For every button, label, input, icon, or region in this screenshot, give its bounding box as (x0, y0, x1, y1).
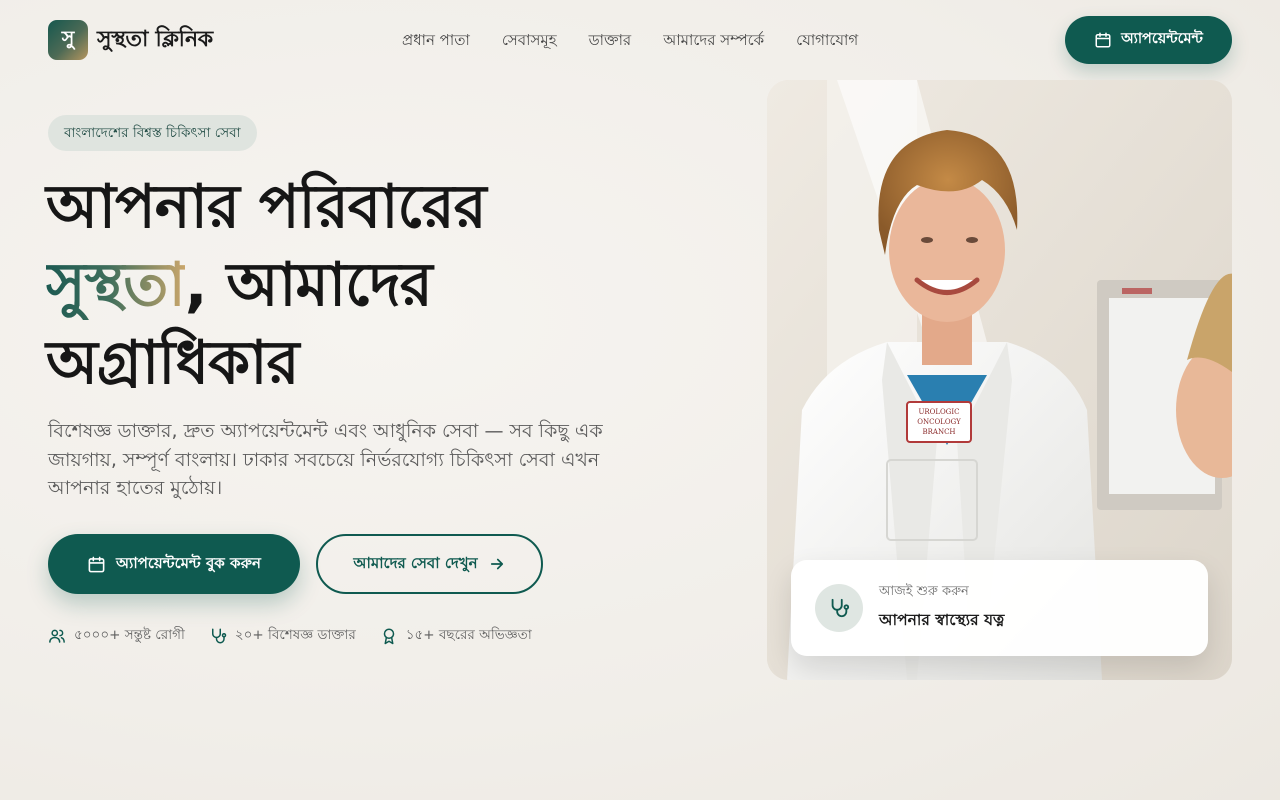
stat-patients-text: ৫০০০+ সন্তুষ্ট রোগী (74, 627, 185, 643)
award-icon (380, 627, 398, 645)
coat-badge-line-1: UROLOGIC (918, 408, 959, 416)
trust-badge: বাংলাদেশের বিশ্বস্ত চিকিৎসা সেবা (48, 115, 257, 151)
stat-patients: ৫০০০+ সন্তুষ্ট রোগী (48, 624, 185, 647)
brand-name: সুস্থতা ক্লিনিক (97, 26, 213, 52)
calendar-icon (1094, 31, 1112, 49)
nav-item-contact[interactable]: যোগাযোগ (796, 29, 858, 54)
start-care-title: আপনার স্বাস্থ্যের যত্ন (879, 611, 1005, 629)
logo-mark: সু (48, 20, 88, 60)
stethoscope-icon (815, 584, 863, 632)
nav-item-home[interactable]: প্রধান পাতা (402, 29, 470, 54)
stat-experience: ১৫+ বছরের অভিজ্ঞতা (380, 624, 532, 647)
stat-doctors: ২০+ বিশেষজ্ঞ ডাক্তার (209, 624, 356, 647)
header-appointment-button[interactable]: অ্যাপয়েন্টমেন্ট (1065, 16, 1232, 64)
stat-doctors-text: ২০+ বিশেষজ্ঞ ডাক্তার (234, 627, 356, 643)
headline-line-3: অগ্রাধিকার (46, 328, 299, 398)
hero-headline: আপনার পরিবারের সুস্থতা, আমাদের অগ্রাধিকা… (46, 168, 686, 402)
headline-line-2: , আমাদের (184, 250, 433, 320)
header-appointment-label: অ্যাপয়েন্টমেন্ট (1121, 31, 1203, 47)
book-appointment-label: অ্যাপয়েন্টমেন্ট বুক করুন (116, 553, 261, 572)
hero-stats: ৫০০০+ সন্তুষ্ট রোগী ২০+ বিশেষজ্ঞ ডাক্তার… (48, 624, 532, 647)
start-care-text: আজই শুরু করুন আপনার স্বাস্থ্যের যত্ন (879, 582, 1004, 634)
coat-badge-line-3: BRANCH (922, 428, 955, 436)
view-services-label: আমাদের সেবা দেখুন (353, 553, 478, 572)
coat-badge-line-2: ONCOLOGY (917, 418, 961, 426)
brand-logo[interactable]: সু সুস্থতা ক্লিনিক (48, 20, 213, 60)
headline-line-1: আপনার পরিবারের (46, 172, 487, 242)
view-services-button[interactable]: আমাদের সেবা দেখুন (316, 534, 543, 594)
nav-item-doctors[interactable]: ডাক্তার (589, 29, 632, 54)
book-appointment-button[interactable]: অ্যাপয়েন্টমেন্ট বুক করুন (48, 534, 300, 594)
hero-doctor-photo: UROLOGIC ONCOLOGY BRANCH আজই শুরু করুন আ… (767, 80, 1232, 680)
nav-item-services[interactable]: সেবাসমূহ (502, 29, 557, 54)
main-nav: প্রধান পাতা সেবাসমূহ ডাক্তার আমাদের সম্প… (402, 29, 858, 54)
nav-item-about[interactable]: আমাদের সম্পর্কে (663, 29, 764, 54)
calendar-icon (87, 555, 106, 574)
arrow-right-icon (488, 555, 506, 573)
stat-experience-text: ১৫+ বছরের অভিজ্ঞতা (405, 627, 532, 643)
stethoscope-icon (209, 627, 227, 645)
hero-description: বিশেষজ্ঞ ডাক্তার, দ্রুত অ্যাপয়েন্টমেন্ট… (48, 420, 603, 499)
users-icon (48, 627, 66, 645)
start-care-subtitle: আজই শুরু করুন (879, 584, 969, 599)
headline-accent: সুস্থতা (46, 250, 186, 320)
start-care-card[interactable]: আজই শুরু করুন আপনার স্বাস্থ্যের যত্ন (791, 560, 1208, 656)
